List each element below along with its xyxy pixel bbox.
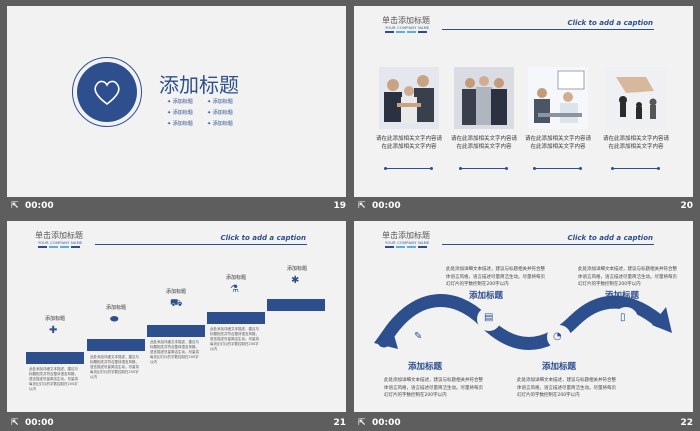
slide-21-status: ⇱ 00:00 21	[7, 416, 346, 431]
slide-number: 21	[333, 418, 346, 428]
header-divider	[442, 29, 654, 30]
header-subtitle: YOUR COMPANY NAME	[38, 241, 83, 245]
photo-chess-hand	[606, 67, 666, 129]
header-bars	[385, 31, 427, 33]
step-bar	[147, 325, 205, 337]
block-text: 此处添加详细文本描述，建议与标题相关并符合整体语言风格，语言描述尽量简洁生动。尽…	[446, 267, 545, 287]
step-bar	[26, 352, 84, 364]
item-divider	[611, 166, 660, 170]
bullet-item: ✦ 添加标题	[207, 99, 233, 105]
medical-star-icon: ✱	[291, 275, 300, 286]
step-label: 添加标题	[287, 266, 308, 272]
medkit-icon: ✚	[49, 325, 58, 336]
play-icon[interactable]: ⇱	[358, 418, 366, 428]
block-title: 添加标题	[605, 291, 640, 301]
photo-business-handshake	[379, 67, 439, 129]
play-icon[interactable]: ⇱	[11, 418, 19, 428]
bullet-item: ✦ 添加标题	[167, 99, 193, 105]
block-text: 此处添加详细文本描述，建议与标题相关并符合整体语言风格，语言描述尽量简洁生动。尽…	[517, 378, 616, 398]
header-title: 单击添加标题	[35, 231, 83, 240]
item-text: 请在此添加相关文字内容请在此添加相关文字内容	[602, 136, 669, 150]
photo-business-team	[454, 67, 514, 129]
slide-time: 00:00	[25, 201, 54, 211]
play-icon[interactable]: ⇱	[11, 201, 19, 211]
header-caption: Click to add a caption	[220, 234, 306, 242]
slide-number: 22	[680, 418, 693, 428]
item-divider	[384, 166, 433, 170]
header-title: 单击添加标题	[382, 16, 430, 25]
block-title: 添加标题	[469, 291, 504, 301]
play-icon[interactable]: ⇱	[358, 201, 366, 211]
chat-icon: ◔	[553, 331, 562, 342]
slide-title: 添加标题	[159, 73, 239, 97]
slide-19-thumbnail[interactable]: 添加标题 ✦ 添加标题 ✦ 添加标题 ✦ 添加标题 ✦ 添加标题 ✦ 添加标题 …	[7, 6, 346, 197]
slide-20-thumbnail[interactable]: 单击添加标题 YOUR COMPANY NAME Click to add a …	[354, 6, 693, 197]
slide-20-status: ⇱ 00:00 20	[354, 199, 693, 215]
pencil-icon: ✎	[414, 331, 423, 342]
bullet-item: ✦ 添加标题	[167, 121, 193, 127]
step-bar	[267, 299, 325, 311]
slide-22-thumbnail[interactable]: 单击添加标题 YOUR COMPANY NAME Click to add a …	[354, 221, 693, 412]
ambulance-icon: ⛟	[170, 298, 183, 309]
block-title: 添加标题	[542, 362, 577, 372]
title-circle	[77, 62, 137, 122]
pills-icon: ⬬	[110, 314, 119, 325]
step-label: 添加标题	[226, 275, 247, 281]
heart-icon	[94, 80, 120, 106]
document-icon: ▤	[484, 312, 494, 323]
item-text: 请在此添加相关文字内容请在此添加相关文字内容	[450, 136, 517, 150]
mobile-icon: ▯	[620, 312, 626, 323]
item-divider	[459, 166, 508, 170]
bullet-item: ✦ 添加标题	[207, 110, 233, 116]
step-label: 添加标题	[106, 305, 127, 311]
header-bars	[38, 246, 80, 248]
step-label: 添加标题	[166, 289, 187, 295]
item-text: 请在此添加相关文字内容请在此添加相关文字内容	[524, 136, 591, 150]
slide-time: 00:00	[372, 201, 401, 211]
step-text: 此处添加详细文本描述，建议与标题相关并符合整体语言风格，语言描述尽量简洁生动。尽…	[210, 327, 259, 351]
microscope-icon: ⚗	[230, 284, 239, 295]
slide-19-status: ⇱ 00:00 19	[7, 199, 346, 215]
item-text: 请在此添加相关文字内容请在此添加相关文字内容	[375, 136, 442, 150]
step-label: 添加标题	[45, 316, 66, 322]
slide-21-thumbnail[interactable]: 单击添加标题 YOUR COMPANY NAME Click to add a …	[7, 221, 346, 412]
slide-time: 00:00	[372, 418, 401, 428]
step-bar	[87, 339, 145, 351]
bullet-item: ✦ 添加标题	[167, 110, 193, 116]
photo-office-meeting	[528, 67, 588, 129]
header-caption: Click to add a caption	[567, 19, 653, 27]
header-divider	[95, 244, 307, 245]
block-text: 此处添加详细文本描述，建议与标题相关并符合整体语言风格，语言描述尽量简洁生动。尽…	[384, 378, 483, 398]
bullet-item: ✦ 添加标题	[207, 121, 233, 127]
step-text: 此处添加详细文本描述，建议与标题相关并符合整体语言风格，语言描述尽量简洁生动。尽…	[150, 340, 199, 364]
step-text: 此处添加详细文本描述，建议与标题相关并符合整体语言风格，语言描述尽量简洁生动。尽…	[29, 367, 78, 391]
slide-22-status: ⇱ 00:00 22	[354, 416, 693, 431]
header-subtitle: YOUR COMPANY NAME	[385, 26, 430, 30]
block-title: 添加标题	[408, 362, 443, 372]
item-divider	[533, 166, 582, 170]
block-text: 此处添加详细文本描述，建议与标题相关并符合整体语言风格，语言描述尽量简洁生动。尽…	[578, 267, 677, 287]
slide-time: 00:00	[25, 418, 54, 428]
step-bar	[207, 312, 265, 324]
step-text: 此处添加详细文本描述，建议与标题相关并符合整体语言风格，语言描述尽量简洁生动。尽…	[90, 355, 139, 379]
slide-number: 20	[680, 201, 693, 211]
slide-number: 19	[333, 201, 346, 211]
